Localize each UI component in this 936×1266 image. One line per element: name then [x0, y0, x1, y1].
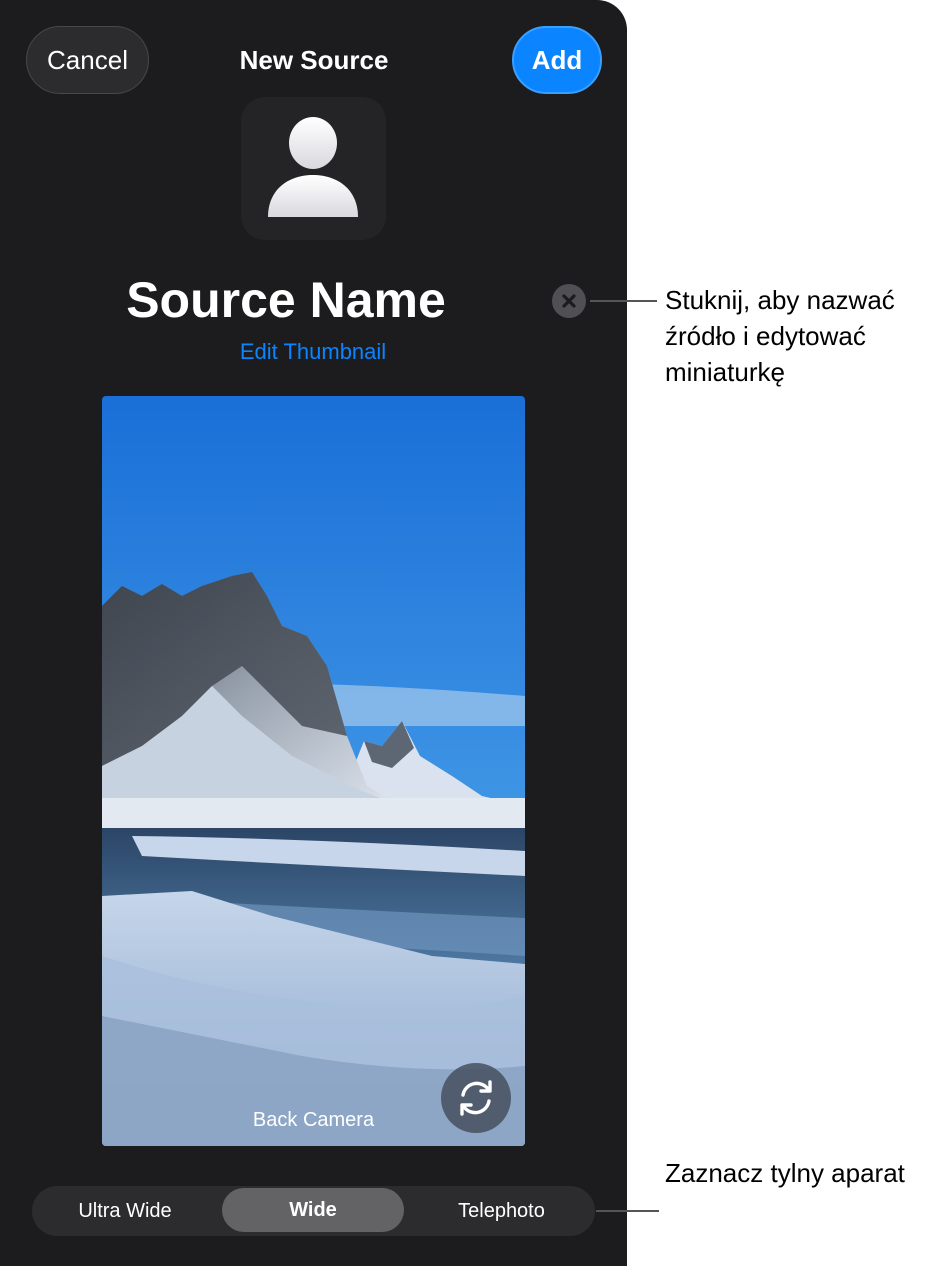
new-source-sheet: Cancel New Source Add Source Name Edit T… [0, 0, 627, 1266]
source-name-field[interactable]: Source Name [60, 270, 512, 330]
camera-preview: Back Camera [102, 396, 525, 1146]
callout-line-lens [596, 1210, 659, 1212]
clear-x-icon [562, 294, 576, 308]
sheet-title: New Source [239, 45, 389, 75]
cancel-button[interactable]: Cancel [26, 26, 149, 94]
callout-name-field: Stuknij, aby nazwać źródło i edytować mi… [665, 285, 895, 387]
mountain-landscape-image [102, 396, 525, 1146]
person-icon [268, 117, 358, 217]
flip-camera-button[interactable] [441, 1063, 511, 1133]
add-button[interactable]: Add [512, 26, 602, 94]
lens-option-ultra-wide[interactable]: Ultra Wide [32, 1186, 218, 1236]
edit-thumbnail-link[interactable]: Edit Thumbnail [162, 338, 464, 366]
lens-option-wide[interactable]: Wide [222, 1188, 404, 1232]
lens-selector: Ultra Wide Wide Telephoto [32, 1186, 595, 1236]
callout-lens: Zaznacz tylny aparat [665, 1158, 905, 1188]
camera-flip-icon [460, 1080, 492, 1116]
clear-name-button[interactable] [552, 284, 586, 318]
source-thumbnail[interactable] [241, 97, 386, 240]
lens-option-telephoto[interactable]: Telephoto [408, 1186, 595, 1236]
callout-line-name [590, 300, 657, 302]
